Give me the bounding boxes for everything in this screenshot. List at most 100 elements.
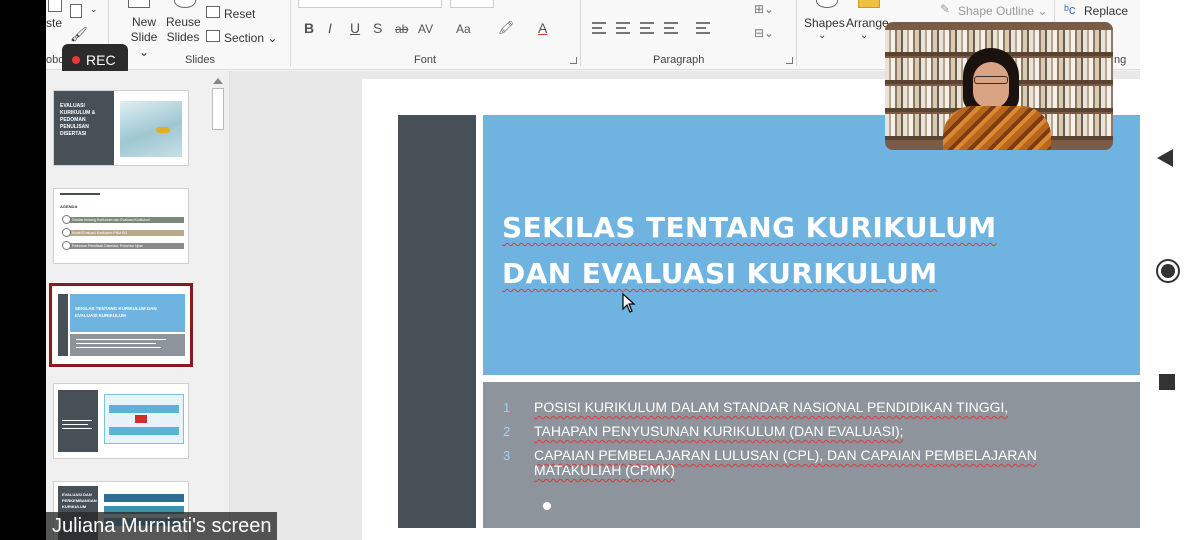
- underline-button[interactable]: U: [350, 20, 360, 36]
- thumb1-line: EVALUASI: [60, 103, 85, 109]
- thumb1-line: DISERTASI: [60, 131, 87, 137]
- section-icon[interactable]: [206, 30, 220, 42]
- empty-bullet-icon: [543, 502, 551, 510]
- thumb4-line: [62, 424, 88, 425]
- thumb1-image: [120, 101, 182, 157]
- thumbnail-scrollbar[interactable]: [210, 71, 226, 540]
- justify-icon[interactable]: [664, 22, 678, 34]
- shape-outline-button[interactable]: Shape Outline ⌄: [958, 4, 1047, 18]
- presenter-body: [943, 106, 1051, 150]
- italic-button[interactable]: I: [328, 20, 332, 36]
- screen-owner-label: Juliana Murniati's screen: [52, 514, 272, 537]
- thumb2-agenda-item: Pedoman Penulisan Disertasi, Prosedur Uj…: [66, 243, 184, 249]
- paragraph-group-label: Paragraph: [653, 54, 705, 66]
- back-icon[interactable]: [1157, 149, 1173, 167]
- reuse-slides-button[interactable]: Reuse Slides: [166, 15, 201, 45]
- slide-thumbnail-2[interactable]: AGENDA Sekilas tentang Kurikulum dan Eva…: [53, 188, 189, 264]
- copy-icon[interactable]: [70, 4, 82, 18]
- list-text: TAHAPAN PENYUSUNAN KURIKULUM (DAN EVALUA…: [534, 423, 904, 439]
- thumb2-bullet-icon: [62, 241, 71, 250]
- recording-label: REC: [86, 52, 116, 68]
- strikethrough-button[interactable]: ab: [395, 22, 408, 36]
- arrange-icon[interactable]: [858, 0, 880, 8]
- slide-thumbnail-1[interactable]: EVALUASI KURIKULUM & PEDOMAN PENULISAN D…: [53, 90, 189, 166]
- thumb2-agenda-item: Model Evaluasi Kurikulum PNM SI3: [66, 230, 184, 236]
- change-case-button[interactable]: Aa: [456, 22, 471, 36]
- thumb1-line: PENULISAN: [60, 124, 89, 130]
- align-center-icon[interactable]: [616, 22, 630, 34]
- presenter-face: [973, 62, 1009, 108]
- slide-title[interactable]: SEKILAS TENTANG KURIKULUM DAN EVALUASI K…: [502, 205, 1062, 297]
- slide-thumbnail-3[interactable]: SEKILAS TENTANG KURIKULUM DAN EVALUASI K…: [49, 283, 193, 367]
- scrollbar-thumb[interactable]: [212, 88, 224, 130]
- thumb1-title: EVALUASI KURIKULUM & PEDOMAN PENULISAN D…: [60, 103, 95, 138]
- arrange-button[interactable]: Arrange: [846, 16, 889, 30]
- thumb2-agenda-item: Sekilas tentang Kurikulum dan Evaluasi K…: [66, 217, 184, 223]
- paste-label[interactable]: ste: [46, 16, 62, 30]
- mouse-cursor-icon: [622, 293, 636, 313]
- slide-list[interactable]: 1 POSISI KURIKULUM DALAM STANDAR NASIONAL…: [503, 400, 1103, 487]
- thumb5-line: KURIKULUM: [62, 504, 87, 509]
- reset-button[interactable]: Reset: [224, 7, 255, 21]
- replace-button[interactable]: Replace: [1084, 4, 1128, 18]
- font-group-label: Font: [414, 54, 437, 66]
- new-slide-icon[interactable]: [128, 0, 150, 8]
- slide-thumbnails-pane[interactable]: EVALUASI KURIKULUM & PEDOMAN PENULISAN D…: [46, 71, 230, 540]
- font-dialog-launcher-icon[interactable]: [570, 57, 577, 64]
- thumb5-block: [104, 494, 184, 502]
- align-right-icon[interactable]: [640, 22, 654, 34]
- slide-thumbnail-4[interactable]: [53, 383, 189, 459]
- format-painter-icon[interactable]: 🖌: [70, 26, 88, 43]
- font-color-icon[interactable]: A: [538, 20, 547, 36]
- slides-group-label: Slides: [185, 54, 215, 66]
- highlight-color-icon[interactable]: 🖍: [498, 20, 515, 36]
- replace-icon[interactable]: ᵇc: [1064, 2, 1075, 17]
- thumb4-line: [62, 428, 92, 429]
- separator: [580, 0, 581, 66]
- thumb3-dark-bar: [58, 294, 68, 356]
- section-button[interactable]: Section ⌄: [224, 31, 277, 45]
- new-slide-button[interactable]: New Slide ⌄: [126, 15, 162, 60]
- separator: [290, 0, 291, 66]
- font-name-field[interactable]: [298, 0, 442, 8]
- shadow-button[interactable]: S: [373, 20, 382, 36]
- presenter-glasses: [974, 76, 1008, 84]
- shapes-dropdown-icon[interactable]: ⌄: [818, 30, 826, 41]
- list-item: 3 CAPAIAN PEMBELAJARAN LULUSAN (CPL), DAN…: [503, 448, 1103, 478]
- align-left-icon[interactable]: [592, 22, 606, 34]
- slide-content-block[interactable]: 1 POSISI KURIKULUM DALAM STANDAR NASIONAL…: [483, 382, 1140, 528]
- list-item: 1 POSISI KURIKULUM DALAM STANDAR NASIONAL…: [503, 400, 1103, 416]
- font-size-field[interactable]: [450, 0, 494, 8]
- thumb3-slide: SEKILAS TENTANG KURIKULUM DAN EVALUASI K…: [55, 289, 187, 361]
- reuse-slides-icon[interactable]: [174, 0, 196, 8]
- columns-icon[interactable]: [696, 22, 710, 34]
- paragraph-dialog-launcher-icon[interactable]: [786, 57, 793, 64]
- thumb3-line: [76, 343, 156, 344]
- character-spacing-button[interactable]: AV: [418, 22, 433, 36]
- recent-apps-icon[interactable]: [1159, 374, 1175, 390]
- new-slide-label-line1: New: [131, 15, 156, 29]
- thumb3-title: SEKILAS TENTANG KURIKULUM DAN EVALUASI K…: [75, 306, 157, 318]
- reset-icon[interactable]: [206, 6, 220, 18]
- arrange-dropdown-icon[interactable]: ⌄: [860, 30, 868, 41]
- thumb5-title: EVALUASI DAN PERKEMBANGAN KURIKULUM: [62, 492, 97, 510]
- record-dot-icon: [72, 56, 80, 64]
- bold-button[interactable]: B: [304, 20, 314, 36]
- thumb2-bullet-icon: [62, 228, 71, 237]
- slide-dark-bar: [398, 115, 476, 528]
- thumb4-diagram-accent: [135, 415, 147, 423]
- copy-dropdown-icon[interactable]: ⌄: [90, 4, 98, 15]
- thumb2-bullet-icon: [62, 215, 71, 224]
- text-direction-icon[interactable]: ⊞⌄: [754, 2, 774, 16]
- slide-title-line-2: DAN EVALUASI KURIKULUM: [502, 257, 938, 290]
- slide-title-block[interactable]: SEKILAS TENTANG KURIKULUM DAN EVALUASI K…: [483, 115, 1140, 375]
- align-text-icon[interactable]: ⊟⌄: [754, 26, 774, 40]
- slide-title-line-1: SEKILAS TENTANG KURIKULUM: [502, 211, 997, 244]
- thumb1-line: KURIKULUM &: [60, 110, 96, 116]
- shapes-button[interactable]: Shapes: [804, 16, 845, 30]
- shapes-icon[interactable]: [816, 0, 838, 8]
- home-icon[interactable]: [1156, 259, 1180, 283]
- paste-icon[interactable]: [48, 0, 62, 12]
- shape-outline-icon[interactable]: ✎: [940, 2, 950, 16]
- scroll-up-arrow-icon[interactable]: [213, 78, 223, 84]
